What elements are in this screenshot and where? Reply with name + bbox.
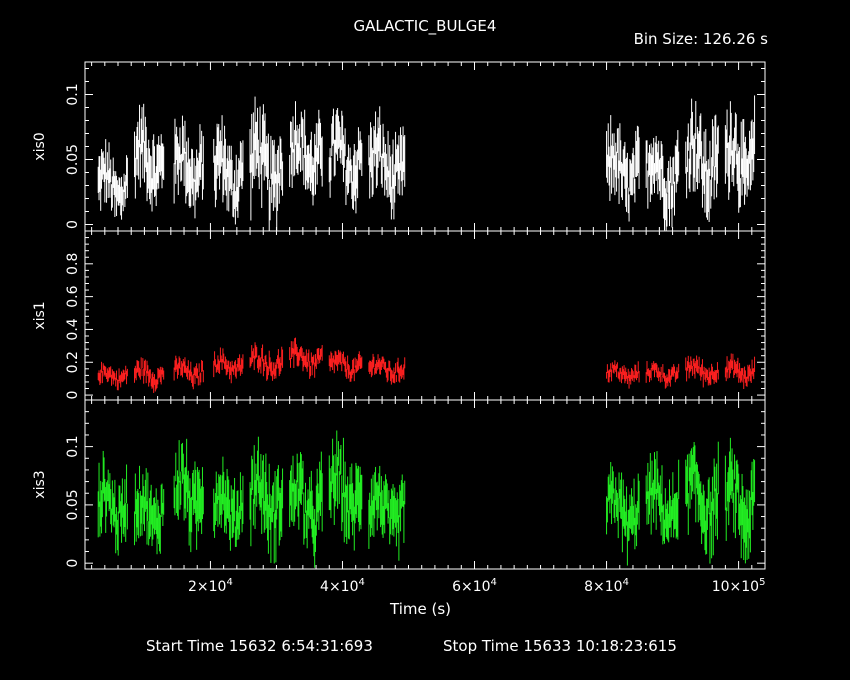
x-tick-label: 8×104 [584,577,629,595]
x-tick-label: 2×104 [188,577,233,595]
x-axis-title: Time (s) [390,600,451,618]
start-time-label: Start Time 15632 6:54:31:693 [146,637,373,655]
plot-area: 0 0.05 0.1 xis0 0 0.2 0.4 0.6 0.8 xis1 0 0.05 0.1 xis… [32,61,766,595]
xis3-ytick-label: 0.05 [65,489,81,520]
x-tick-label: 10×105 [712,577,766,595]
xis1-ylabel: xis1 [32,301,48,329]
xis1-ytick-label: 0 [65,391,81,400]
xis3-ytick-label: 0 [65,559,81,568]
stop-time-label: Stop Time 15633 10:18:23:615 [443,637,677,655]
light-curve-figure: GALACTIC_BULGE4 Bin Size: 126.26 s 0 0.05… [0,0,850,680]
xis0-ylabel: xis0 [32,132,48,160]
xis1-ytick-label: 0.6 [65,285,81,307]
xis1-ytick-label: 0.2 [65,351,81,373]
x-tick-label: 6×104 [452,577,497,595]
x-tick-label: 4×104 [320,577,365,595]
xis3-ytick-label: 0.1 [65,435,81,457]
xis3-ylabel: xis3 [32,470,48,498]
xis1-ytick-label: 0.4 [65,318,81,340]
xis0-ytick-label: 0.05 [65,144,81,175]
xis0-ytick-label: 0 [65,220,81,229]
xis1-ytick-label: 0.8 [65,253,81,275]
xis0-ytick-label: 0.1 [65,83,81,105]
